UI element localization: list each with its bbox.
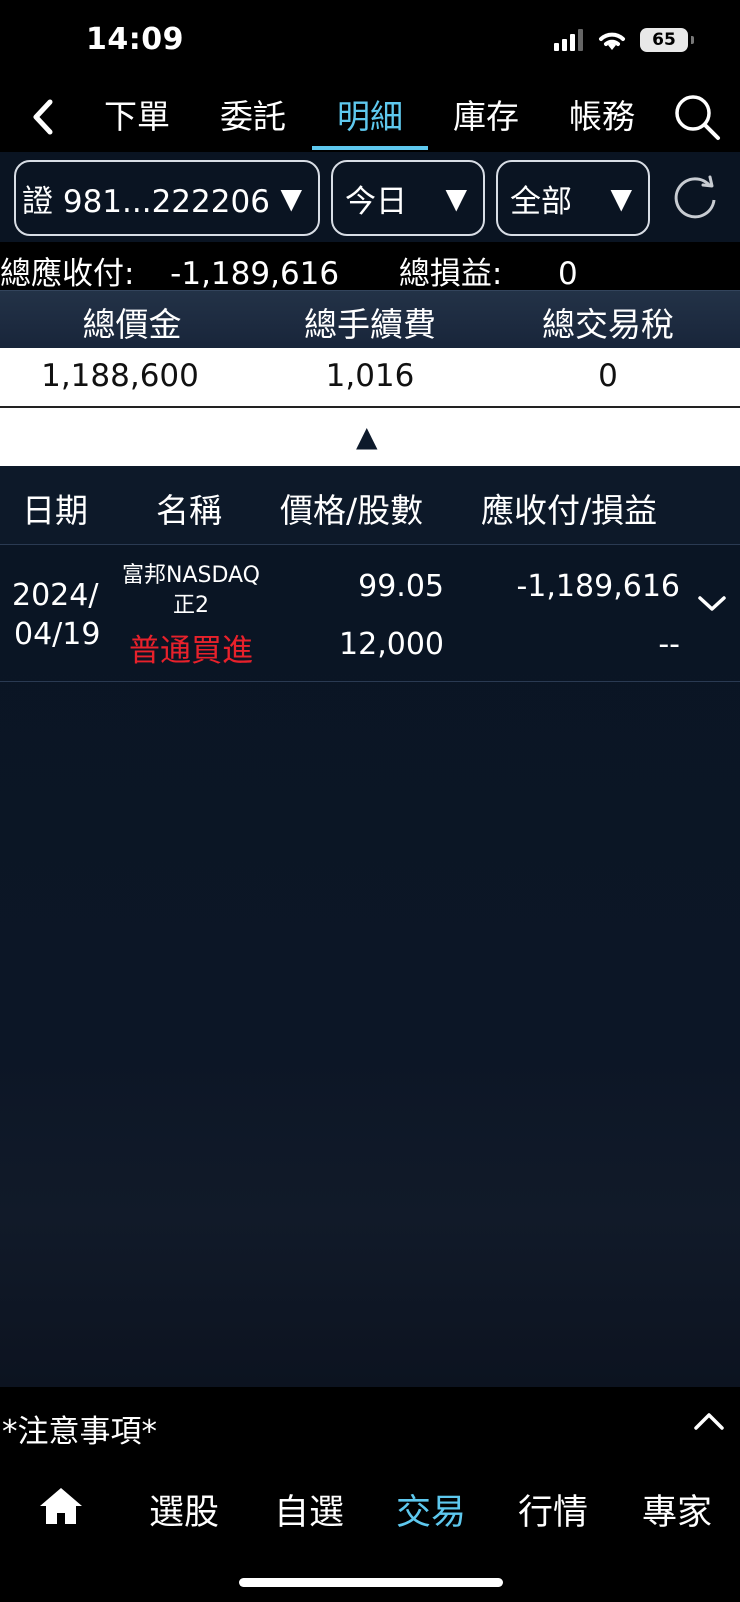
status-icons: 65 (554, 28, 694, 52)
total-receivable-label: 總應收付: (0, 256, 135, 292)
search-icon[interactable] (672, 92, 722, 142)
home-indicator[interactable] (239, 1578, 503, 1587)
row-receivable: -1,189,616 (516, 569, 680, 604)
period-select[interactable]: 今日 ▼ (331, 160, 485, 236)
row-pnl: -- (658, 627, 680, 662)
summary-header-total-tax: 總交易稅 (542, 305, 674, 344)
col-header-date: 日期 (22, 491, 88, 530)
total-pnl-label: 總損益: (398, 256, 503, 292)
dropdown-arrow-icon: ▼ (610, 182, 632, 215)
tab-entrust[interactable]: 委託 (198, 90, 308, 138)
table-row[interactable]: 2024/ 04/19 富邦NASDAQ 正2 普通買進 99.05 12,00… (0, 545, 740, 682)
row-stock-name: 富邦NASDAQ (121, 563, 260, 588)
total-receivable-value: -1,189,616 (170, 256, 340, 292)
refresh-icon[interactable] (670, 172, 720, 222)
summary-total-tax: 0 (598, 358, 618, 394)
tab-details[interactable]: 明細 (315, 90, 425, 138)
summary-header-total-price: 總價金 (82, 305, 182, 344)
summary-total-price: 1,188,600 (41, 358, 199, 394)
row-price: 99.05 (358, 569, 444, 604)
dropdown-arrow-icon: ▼ (445, 182, 467, 215)
row-trade-type: 普通買進 (129, 633, 253, 669)
active-tab-underline (312, 146, 428, 150)
col-header-receivable-pnl: 應收付/損益 (481, 491, 658, 530)
period-select-value: 今日 (345, 183, 407, 220)
expand-chevron-down-icon[interactable] (696, 593, 728, 615)
account-select-value: 證 981...222206 (22, 183, 270, 220)
col-header-name: 名稱 (156, 491, 222, 530)
row-shares: 12,000 (339, 627, 444, 662)
status-time: 14:09 (86, 22, 184, 57)
back-chevron-icon[interactable] (24, 92, 64, 142)
summary-total-fee: 1,016 (325, 358, 415, 394)
row-stock-name-suffix: 正2 (173, 593, 209, 618)
totals-line: 總應收付: -1,189,616 總損益: 0 (0, 248, 578, 293)
signal-icon (554, 29, 583, 51)
col-header-price-shares: 價格/股數 (280, 491, 424, 530)
tab-accounts[interactable]: 帳務 (547, 90, 657, 138)
tab-order[interactable]: 下單 (82, 90, 192, 138)
tab-inventory[interactable]: 庫存 (431, 90, 541, 138)
category-select-value: 全部 (510, 183, 572, 220)
bottom-nav-quotes[interactable]: 行情 (498, 1484, 608, 1535)
total-pnl-value: 0 (558, 256, 578, 292)
bottom-nav-watchlist[interactable]: 自選 (254, 1484, 364, 1535)
bottom-nav-experts[interactable]: 專家 (622, 1484, 732, 1535)
account-select[interactable]: 證 981...222206 ▼ (14, 160, 320, 236)
notice-label[interactable]: *注意事項* (2, 1406, 157, 1451)
bottom-nav-trade[interactable]: 交易 (376, 1484, 486, 1535)
wifi-icon (599, 32, 625, 50)
dropdown-arrow-icon: ▼ (280, 182, 302, 215)
bottom-nav-stock-picker[interactable]: 選股 (129, 1484, 239, 1535)
collapse-triangle-icon[interactable]: ▲ (356, 420, 378, 453)
row-date-year: 2024/ (12, 578, 99, 613)
row-date-day: 04/19 (14, 617, 101, 652)
home-icon[interactable] (38, 1486, 84, 1526)
battery-indicator: 65 (640, 28, 694, 52)
chevron-up-icon[interactable] (692, 1408, 726, 1434)
summary-header-total-fee: 總手續費 (304, 305, 436, 344)
category-select[interactable]: 全部 ▼ (496, 160, 650, 236)
